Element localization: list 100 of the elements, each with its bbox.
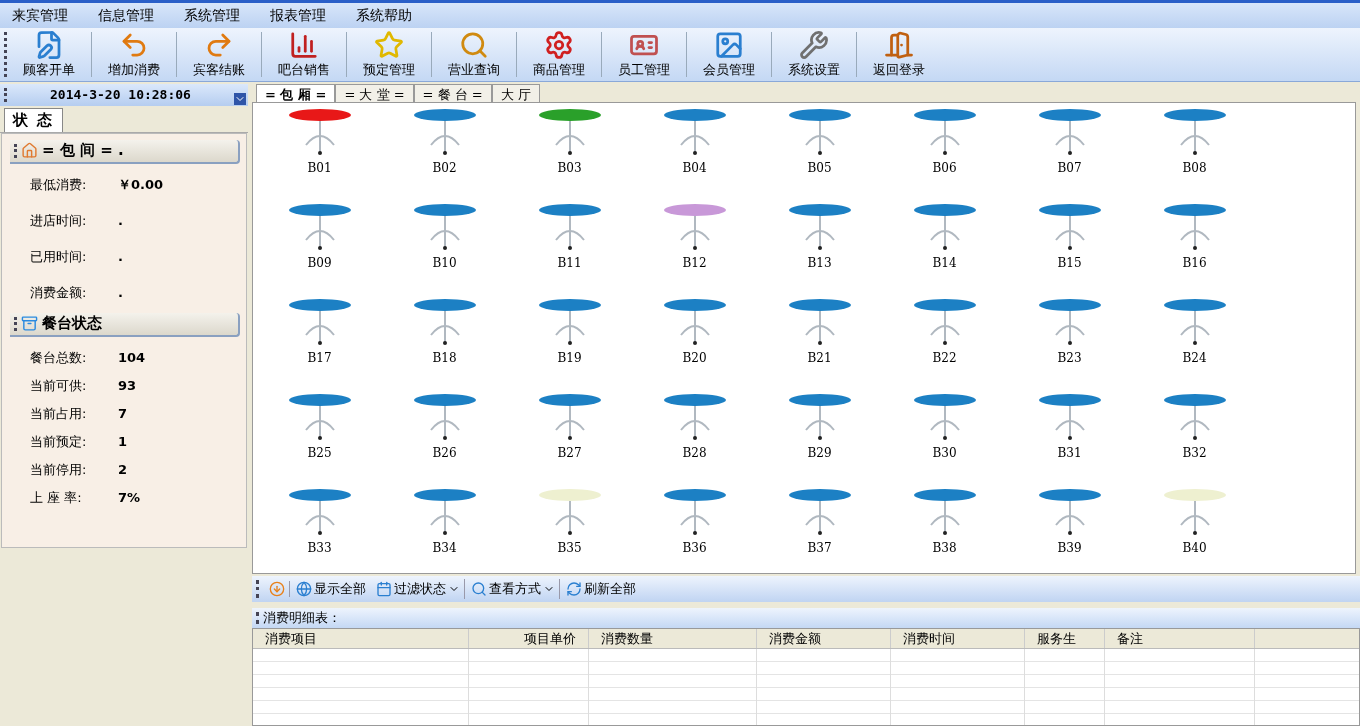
table-top[interactable] [788,109,851,121]
table-label: B09 [307,255,332,272]
table-top[interactable] [288,204,351,216]
table-label: B12 [682,255,707,272]
grip-icon[interactable] [256,580,259,598]
table-label: B29 [807,445,832,462]
table-top[interactable] [1038,489,1101,501]
area-tab[interactable]: = 大 堂 = [335,84,414,102]
table-top[interactable] [538,299,601,311]
table-top[interactable] [413,204,476,216]
panel-tab[interactable]: 状 态 [4,108,64,132]
toolbar-button[interactable]: 刷新全部 [566,579,640,599]
grip-icon[interactable] [4,88,7,102]
dropdown-button[interactable]: 查看方式 [471,579,560,599]
table-top[interactable] [1038,109,1101,121]
grip-icon[interactable] [14,316,17,331]
table-top[interactable] [913,204,976,216]
table-top[interactable] [1038,299,1101,311]
toolbar-button[interactable]: 会员管理 [687,28,771,81]
door-icon [884,29,914,60]
table-stand-drawing [1054,120,1085,155]
grip-icon[interactable] [4,32,7,77]
table-top[interactable] [288,109,351,121]
table-top[interactable] [413,394,476,406]
table-top[interactable] [913,109,976,121]
table-top[interactable] [288,394,351,406]
table-top[interactable] [1038,394,1101,406]
table-top[interactable] [788,489,851,501]
column-header[interactable]: 备注 [1105,629,1255,648]
menu-item[interactable]: 报表管理 [266,5,330,26]
toolbar-button[interactable]: 员工管理 [602,28,686,81]
table-top[interactable] [538,109,601,121]
toolbar-button[interactable]: 预定管理 [347,28,431,81]
table-top[interactable] [913,394,976,406]
column-header[interactable]: 消费项目 [253,629,469,648]
table-top[interactable] [288,299,351,311]
dropdown-icon[interactable] [234,93,246,105]
table-top[interactable] [1163,299,1226,311]
table-top[interactable] [1163,204,1226,216]
area-tab[interactable]: = 餐 台 = [413,84,492,102]
field-label: 当前占用: [30,405,88,424]
search-icon [471,581,487,597]
toolbar-button[interactable]: 商品管理 [517,28,601,81]
table-label: B14 [932,255,957,272]
bar-chart-icon [289,29,319,60]
table-label: B28 [682,445,707,462]
table-stand-drawing [554,215,585,250]
table-stand-drawing [554,500,585,535]
table-top[interactable] [1163,394,1226,406]
table-top[interactable] [788,299,851,311]
table-top[interactable] [413,489,476,501]
column-header[interactable]: 消费时间 [891,629,1025,648]
area-tab[interactable]: 大 厅 [491,84,540,102]
table-top[interactable] [538,394,601,406]
table-top[interactable] [788,394,851,406]
area-tab[interactable]: = 包 厢 = [256,84,336,102]
toolbar-button[interactable]: 返回登录 [857,28,941,81]
toolbar-button[interactable]: 显示全部 [296,579,370,599]
table-label: B18 [432,350,457,367]
table-top[interactable] [663,204,726,216]
table-top[interactable] [413,109,476,121]
table-top[interactable] [1163,109,1226,121]
grip-icon[interactable] [256,612,259,624]
column-header[interactable]: 服务生 [1025,629,1105,648]
table-top[interactable] [663,394,726,406]
table-stand-drawing [429,405,460,440]
table-top[interactable] [913,299,976,311]
menu-item[interactable]: 系统管理 [180,5,244,26]
column-header[interactable]: 项目单价 [469,629,589,648]
table-stand-drawing [304,310,335,345]
table-top[interactable] [913,489,976,501]
grip-icon[interactable] [14,143,17,158]
toolbar-button[interactable]: 增加消费 [92,28,176,81]
table-label: B27 [557,445,582,462]
table-top[interactable] [413,299,476,311]
table-top[interactable] [663,299,726,311]
toolbar-button[interactable]: 系统设置 [772,28,856,81]
table-top[interactable] [1038,204,1101,216]
menu-item[interactable]: 信息管理 [94,5,158,26]
column-header[interactable]: 消费数量 [589,629,757,648]
menu-item[interactable]: 来宾管理 [8,5,72,26]
toolbar-button[interactable]: 营业查询 [432,28,516,81]
table-top[interactable] [538,204,601,216]
table-stand-drawing [1054,500,1085,535]
table-label: B05 [807,160,832,177]
toolbar-button[interactable]: 吧台销售 [262,28,346,81]
field-value: 104 [118,349,146,368]
toolbar-button[interactable]: 宾客结账 [177,28,261,81]
menu-item[interactable]: 系统帮助 [352,5,416,26]
table-label: B19 [557,350,582,367]
dropdown-button[interactable]: 过滤状态 [376,579,465,599]
table-label: B23 [1057,350,1082,367]
table-top[interactable] [663,489,726,501]
table-top[interactable] [788,204,851,216]
table-top[interactable] [663,109,726,121]
table-top[interactable] [288,489,351,501]
table-stand-drawing [929,500,960,535]
toolbar-button[interactable]: 顾客开单 [7,28,91,81]
column-header[interactable]: 消费金额 [757,629,891,648]
table-stand-drawing [804,215,835,250]
